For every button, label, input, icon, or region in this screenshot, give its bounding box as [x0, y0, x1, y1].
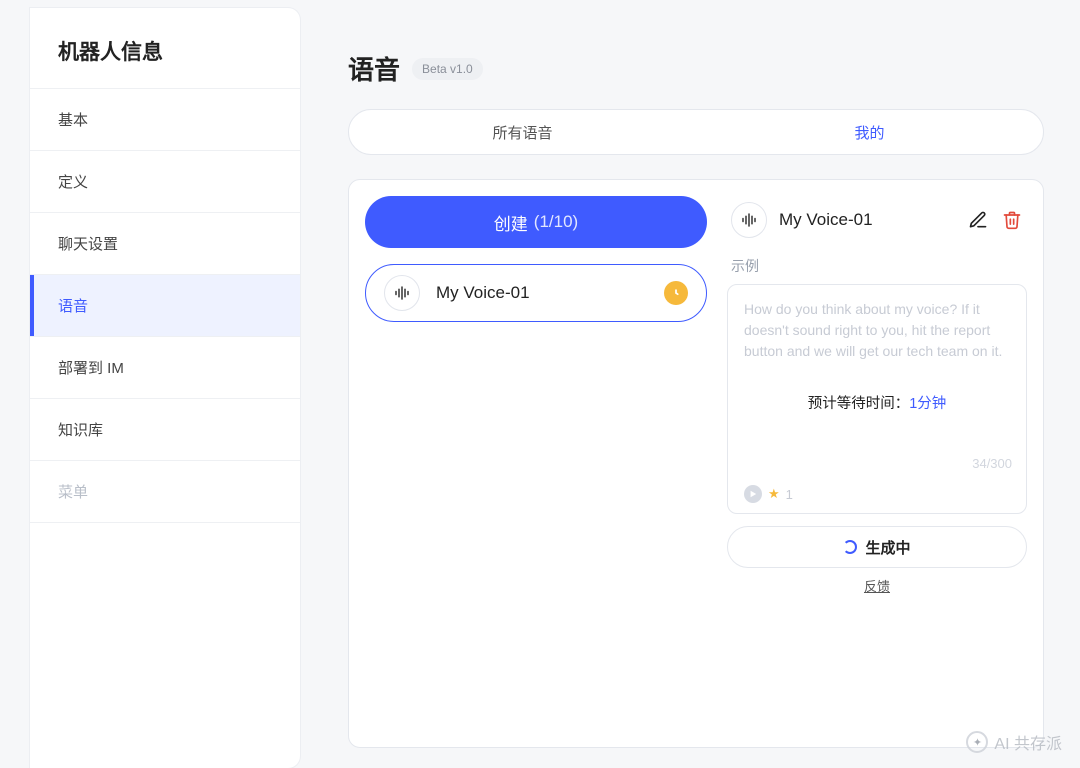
edit-icon[interactable]: [967, 209, 989, 231]
generate-label: 生成中: [865, 537, 910, 558]
create-voice-button[interactable]: 创建 (1/10): [365, 196, 707, 248]
wait-value: 1分钟: [909, 396, 946, 412]
waveform-icon: [731, 202, 767, 238]
example-text: How do you think about my voice? If it d…: [744, 299, 1010, 362]
star-icon: ★: [768, 486, 780, 502]
voice-list-item[interactable]: My Voice-01: [365, 264, 707, 322]
watermark: ✦ AI 共存派: [966, 730, 1062, 754]
wait-row: 预计等待时间：1分钟: [744, 392, 1010, 413]
page-title: 语音: [348, 50, 400, 87]
example-box: How do you think about my voice? If it d…: [727, 284, 1027, 514]
sidebar-title: 机器人信息: [30, 8, 300, 89]
play-count: 1: [786, 487, 793, 502]
example-section-label: 示例: [731, 256, 1023, 276]
generate-button[interactable]: 生成中: [727, 526, 1027, 568]
sidebar-item-basic[interactable]: 基本: [30, 89, 300, 151]
voice-tabs: 所有语音 我的: [348, 109, 1044, 155]
create-label: 创建: [494, 210, 528, 235]
spinner-icon: [843, 540, 857, 554]
sidebar-item-knowledge[interactable]: 知识库: [30, 399, 300, 461]
sidebar-item-deploy-im[interactable]: 部署到 IM: [30, 337, 300, 399]
char-counter: 34/300: [972, 456, 1012, 471]
pending-clock-icon: [664, 281, 688, 305]
tab-my-voices[interactable]: 我的: [696, 110, 1043, 154]
watermark-icon: ✦: [966, 731, 988, 753]
sidebar: 机器人信息 基本 定义 聊天设置 语音 部署到 IM 知识库 菜单: [30, 8, 300, 768]
main: 语音 Beta v1.0 所有语音 我的 创建 (1/10): [300, 0, 1080, 768]
voice-detail-column: My Voice-01 示例 How do you think abou: [727, 196, 1027, 731]
voice-name: My Voice-01: [436, 283, 648, 303]
voice-list-column: 创建 (1/10) My Voice-01: [365, 196, 707, 731]
sidebar-item-definition[interactable]: 定义: [30, 151, 300, 213]
version-badge: Beta v1.0: [412, 58, 483, 80]
waveform-icon: [384, 275, 420, 311]
detail-head: My Voice-01: [727, 196, 1027, 252]
sidebar-item-menu[interactable]: 菜单: [30, 461, 300, 523]
voice-panel: 创建 (1/10) My Voice-01: [348, 179, 1044, 748]
feedback-link[interactable]: 反馈: [727, 576, 1027, 595]
sidebar-item-voice[interactable]: 语音: [30, 275, 300, 337]
watermark-text: AI 共存派: [994, 730, 1062, 754]
page-head: 语音 Beta v1.0: [348, 50, 1044, 87]
play-icon[interactable]: [744, 485, 762, 503]
play-row: ★ 1: [744, 475, 1010, 503]
wait-label: 预计等待时间：: [808, 396, 910, 412]
delete-icon[interactable]: [1001, 209, 1023, 231]
create-count: (1/10): [534, 212, 578, 232]
sidebar-item-chat-settings[interactable]: 聊天设置: [30, 213, 300, 275]
detail-voice-name: My Voice-01: [779, 210, 955, 230]
tab-all-voices[interactable]: 所有语音: [349, 110, 696, 154]
